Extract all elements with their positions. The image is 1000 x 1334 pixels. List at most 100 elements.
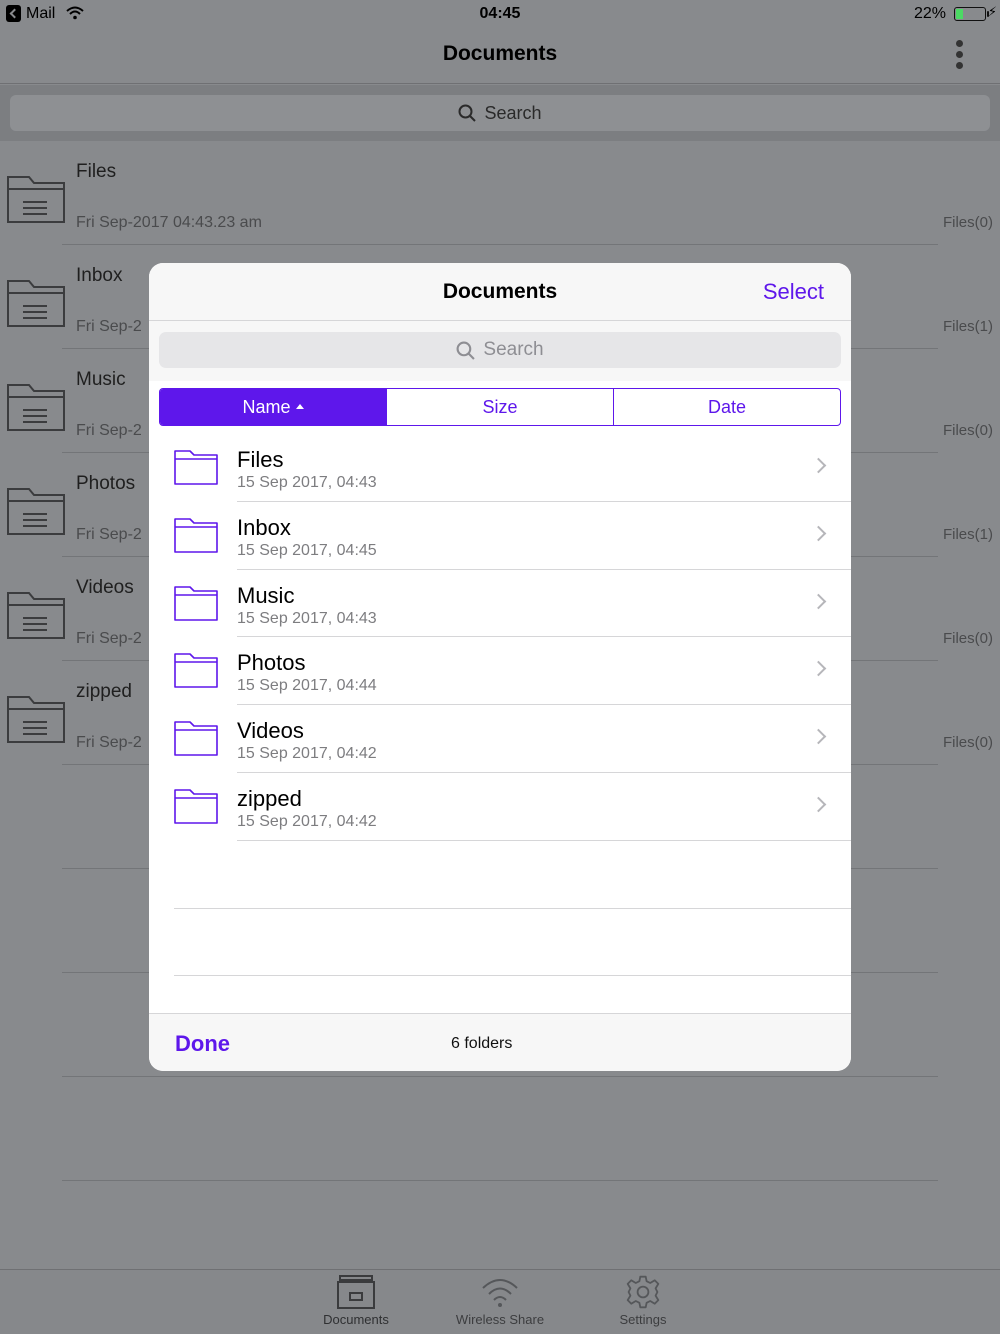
- folder-icon: [174, 585, 218, 621]
- folder-date: Fri Sep-2: [76, 526, 142, 543]
- status-bar: Mail 04:45 22% ⚡: [0, 0, 1000, 28]
- table-row[interactable]: Videos 15 Sep 2017, 04:42: [149, 705, 851, 773]
- sort-tab-label: Date: [707, 396, 747, 417]
- background-search-placeholder: Search: [484, 102, 542, 123]
- sort-segmented-control: Name Size Date: [159, 388, 841, 426]
- nav-title: Documents: [442, 42, 558, 65]
- file-count: Files(1): [942, 318, 993, 335]
- background-search-input[interactable]: Search: [10, 95, 990, 131]
- tab-bar: Documents Wireless Share Settings: [0, 1269, 1000, 1334]
- file-count: Files(0): [942, 422, 993, 439]
- folder-date: Fri Sep-2: [76, 422, 142, 439]
- folder-icon: [7, 592, 65, 639]
- chevron-right-icon: [810, 525, 827, 542]
- folder-icon: [7, 488, 65, 535]
- folder-name: Photos: [76, 473, 136, 494]
- modal-search-placeholder: Search: [483, 339, 544, 360]
- chevron-right-icon: [810, 457, 827, 474]
- table-row[interactable]: Music 15 Sep 2017, 04:43: [149, 570, 851, 638]
- folder-date: Fri Sep-2017 04:43.23 am: [76, 214, 262, 231]
- folder-name: Files: [237, 447, 284, 472]
- sort-tab-label: Size: [482, 396, 518, 417]
- modal-header: Documents Select: [149, 263, 851, 321]
- table-row[interactable]: zipped 15 Sep 2017, 04:42: [149, 773, 851, 841]
- sort-by-size-tab[interactable]: Size: [386, 389, 613, 425]
- more-options-icon[interactable]: [954, 40, 964, 72]
- done-button[interactable]: Done: [175, 1031, 230, 1057]
- file-count: Files(0): [942, 214, 993, 231]
- folder-name: Videos: [76, 577, 134, 598]
- folder-date: 15 Sep 2017, 04:45: [237, 541, 377, 559]
- search-icon: [458, 104, 477, 122]
- folder-date: 15 Sep 2017, 04:43: [237, 474, 377, 491]
- folder-name: Music: [237, 582, 295, 608]
- status-time: 04:45: [479, 5, 521, 22]
- folder-icon: [7, 384, 65, 431]
- table-row[interactable]: Photos 15 Sep 2017, 04:44: [149, 637, 851, 706]
- sort-tab-label: Name: [242, 396, 291, 417]
- sort-ascending-icon: [295, 403, 304, 409]
- file-count: Files(1): [942, 526, 993, 543]
- folder-icon: [7, 176, 65, 223]
- empty-row: [149, 841, 851, 909]
- chevron-right-icon: [810, 593, 827, 609]
- folder-icon: [174, 517, 218, 553]
- table-row[interactable]: Inbox 15 Sep 2017, 04:45: [149, 502, 851, 570]
- modal-search-input[interactable]: Search: [159, 332, 841, 368]
- folder-name: Photos: [237, 650, 306, 676]
- empty-row: [0, 1077, 1000, 1181]
- folder-date: 15 Sep 2017, 04:44: [237, 677, 377, 695]
- folder-icon: [174, 721, 218, 756]
- navigation-bar: Documents: [0, 28, 1000, 84]
- file-count: Files(0): [942, 734, 993, 751]
- list-item[interactable]: Files Fri Sep-2017 04:43.23 am Files(0): [0, 141, 1000, 245]
- folder-date: Fri Sep-2: [76, 630, 142, 647]
- tab-documents[interactable]: Documents: [296, 1270, 416, 1334]
- chevron-right-icon: [810, 796, 827, 813]
- tab-settings[interactable]: Settings: [583, 1270, 703, 1334]
- empty-row: [149, 909, 851, 977]
- chevron-right-icon: [810, 728, 827, 745]
- folder-date: 15 Sep 2017, 04:42: [237, 745, 377, 763]
- charging-bolt-icon: ⚡: [987, 4, 997, 19]
- battery-icon: [954, 7, 989, 21]
- modal-footer: Done 6 folders: [149, 1013, 851, 1071]
- folder-icon: [174, 450, 218, 485]
- folder-name: zipped: [237, 785, 302, 811]
- gear-icon: [626, 1275, 660, 1309]
- tab-label: Documents: [323, 1312, 389, 1327]
- modal-folder-list: Files 15 Sep 2017, 04:43 Inbox 15 Sep 20…: [149, 434, 851, 977]
- folder-icon: [7, 696, 65, 743]
- folder-icon: [7, 280, 65, 327]
- folder-count-summary: 6 folders: [451, 1035, 513, 1052]
- folder-name: Inbox: [237, 514, 291, 540]
- folder-name: zipped: [76, 681, 132, 702]
- folder-name: Inbox: [76, 265, 123, 286]
- table-row[interactable]: Files 15 Sep 2017, 04:43: [149, 434, 851, 502]
- search-icon: [456, 341, 476, 360]
- modal-title: Documents: [442, 280, 558, 303]
- file-count: Files(0): [942, 630, 993, 647]
- folder-name: Music: [76, 369, 126, 390]
- folder-date: 15 Sep 2017, 04:42: [237, 812, 377, 830]
- tab-label: Settings: [619, 1312, 667, 1327]
- folder-date: 15 Sep 2017, 04:43: [237, 609, 377, 627]
- folder-icon: [174, 653, 218, 689]
- wifi-icon: [482, 1279, 518, 1307]
- sort-by-name-tab[interactable]: Name: [160, 389, 386, 425]
- chevron-right-icon: [810, 661, 827, 677]
- documents-box-icon: [337, 1275, 375, 1309]
- tab-wireless-share[interactable]: Wireless Share: [440, 1270, 560, 1334]
- folder-name: Videos: [237, 718, 304, 744]
- tab-label: Wireless Share: [455, 1312, 545, 1327]
- background-search-bar: Search: [0, 85, 1000, 141]
- folder-icon: [174, 789, 218, 824]
- modal-search-bar: Search: [149, 321, 851, 381]
- select-button[interactable]: Select: [763, 279, 824, 305]
- sort-by-date-tab[interactable]: Date: [613, 389, 840, 425]
- folder-date: Fri Sep-2: [76, 734, 142, 751]
- folder-date: Fri Sep-2: [76, 318, 142, 335]
- documents-picker-modal: Documents Select Search Name Size Date F…: [149, 263, 851, 1071]
- folder-name: Files: [76, 161, 117, 182]
- battery-percent: 22%: [913, 5, 946, 22]
